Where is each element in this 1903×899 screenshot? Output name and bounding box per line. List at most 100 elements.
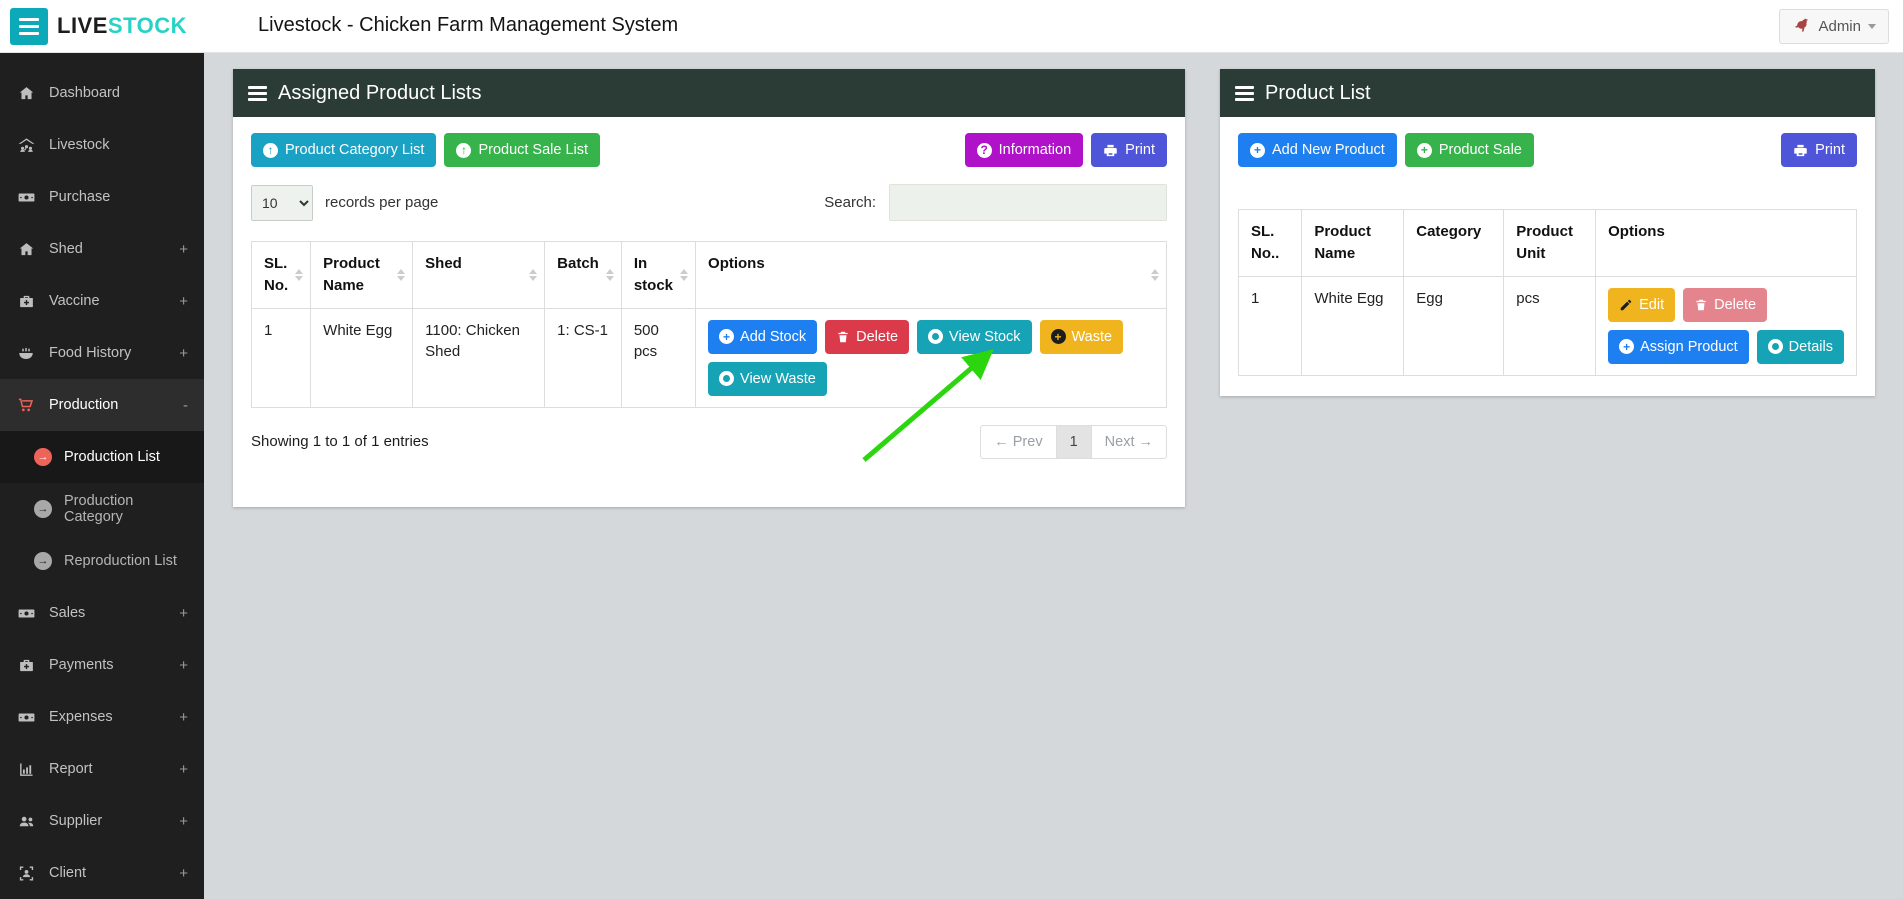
cell-product-name: White Egg (310, 307, 414, 408)
collapse-minus-icon: - (183, 396, 188, 414)
sidebar-item-label: Payments (49, 657, 114, 673)
view-circle-icon (719, 371, 735, 386)
arrow-circle-icon: → (34, 500, 52, 518)
cell-options: + Add Stock Delete View Stock + Waste View… (695, 307, 1167, 408)
product-category-list-button[interactable]: ↑ Product Category List (251, 133, 437, 167)
view-waste-button[interactable]: View Waste (708, 361, 827, 396)
sidebar-toggle-button[interactable] (10, 8, 48, 45)
product-list-table: SL. No.. Product Name Category Product U… (1237, 209, 1857, 376)
cell-sl-no: 1 (1237, 275, 1303, 376)
sidebar-item-vaccine[interactable]: Vaccine + (0, 275, 204, 327)
column-header-batch[interactable]: Batch (544, 241, 622, 309)
sidebar-item-label: Report (49, 761, 93, 777)
print-button[interactable]: Print (1781, 133, 1857, 167)
sidebar-item-dashboard[interactable]: Dashboard (0, 67, 204, 119)
list-icon (248, 85, 267, 101)
food-bowl-icon (16, 344, 36, 362)
prev-page-button[interactable]: ← Prev (980, 424, 1057, 459)
list-icon (1235, 85, 1254, 101)
cell-product-name: White Egg (1301, 275, 1405, 376)
sidebar-item-purchase[interactable]: Purchase (0, 171, 204, 223)
page-1-button[interactable]: 1 (1055, 424, 1092, 459)
plus-circle-icon: + (1416, 142, 1432, 158)
view-circle-icon (928, 329, 944, 344)
medkit-icon (16, 293, 36, 310)
waste-button[interactable]: + Waste (1039, 319, 1124, 354)
arrow-circle-up-icon: ↑ (263, 142, 278, 158)
cart-icon (16, 396, 36, 414)
view-stock-button[interactable]: View Stock (917, 319, 1032, 354)
sidebar-item-label: Expenses (49, 709, 113, 725)
sidebar-item-shed[interactable]: Shed + (0, 223, 204, 275)
column-header-shed[interactable]: Shed (412, 241, 546, 309)
app-logo: LIVESTOCK (57, 13, 187, 39)
records-per-page-label: records per page (325, 194, 439, 211)
question-circle-icon: ? (976, 142, 992, 158)
sidebar-subitem-reproduction-list[interactable]: → Reproduction List (0, 535, 204, 587)
delete-button[interactable]: Delete (825, 319, 910, 354)
admin-dropdown[interactable]: Admin (1779, 9, 1889, 44)
add-new-product-button[interactable]: + Add New Product (1238, 133, 1397, 167)
sort-icon (529, 265, 538, 285)
cell-product-unit: pcs (1503, 275, 1597, 376)
panel-title: Assigned Product Lists (278, 81, 482, 104)
expand-plus-icon: + (179, 240, 188, 258)
sidebar-item-label: Food History (49, 345, 132, 361)
print-button[interactable]: Print (1091, 133, 1167, 167)
details-button[interactable]: Details (1756, 329, 1844, 364)
sort-icon (295, 265, 304, 285)
add-stock-button[interactable]: + Add Stock (708, 319, 818, 354)
search-input[interactable] (889, 184, 1167, 221)
sidebar-item-sales[interactable]: Sales + (0, 587, 204, 639)
sidebar-item-food-history[interactable]: Food History + (0, 327, 204, 379)
money-icon (16, 188, 36, 207)
arrow-circle-up-icon: ↑ (456, 142, 472, 158)
expand-plus-icon: + (179, 604, 188, 622)
sidebar-subitem-label: Production Category (64, 493, 134, 525)
sidebar-item-expenses[interactable]: Expenses + (0, 691, 204, 743)
sidebar-item-client[interactable]: Client + (0, 847, 204, 899)
sidebar-item-livestock[interactable]: Livestock (0, 119, 204, 171)
arrow-circle-icon: → (34, 448, 52, 466)
assign-product-button[interactable]: + Assign Product (1608, 329, 1749, 364)
money-icon (16, 604, 36, 623)
printer-icon (1103, 143, 1118, 158)
sidebar-item-supplier[interactable]: Supplier + (0, 795, 204, 847)
product-sale-list-button[interactable]: ↑ Product Sale List (444, 133, 601, 167)
home-icon (16, 241, 36, 258)
sidebar-item-report[interactable]: Report + (0, 743, 204, 795)
sidebar-item-production[interactable]: Production - (0, 379, 204, 431)
sidebar-item-label: Dashboard (49, 85, 120, 101)
assigned-products-table: SL. No. Product Name Shed Batch In stock… (250, 241, 1167, 408)
printer-icon (1793, 143, 1808, 158)
expand-plus-icon: + (179, 708, 188, 726)
panel-header: Product List (1220, 69, 1875, 117)
sidebar-item-label: Vaccine (49, 293, 100, 309)
column-header-category: Category (1403, 209, 1505, 277)
product-sale-button[interactable]: + Product Sale (1404, 133, 1534, 167)
users-icon (16, 812, 36, 831)
delete-button[interactable]: Delete (1683, 287, 1768, 322)
cell-in-stock: 500 pcs (620, 307, 697, 408)
column-header-sl-no[interactable]: SL. No. (250, 241, 312, 309)
expand-plus-icon: + (179, 812, 188, 830)
product-toolbar: + Add New Product + Product Sale Print (1238, 133, 1857, 167)
column-header-options[interactable]: Options (695, 241, 1167, 309)
sidebar-item-payments[interactable]: Payments + (0, 639, 204, 691)
edit-button[interactable]: Edit (1608, 287, 1676, 322)
admin-label: Admin (1818, 18, 1861, 35)
cell-sl-no: 1 (250, 307, 312, 408)
trash-icon (836, 330, 850, 344)
cell-options: Edit Delete + Assign Product Details (1595, 275, 1857, 376)
sidebar-subitem-production-category[interactable]: → Production Category (0, 483, 204, 535)
records-per-page-select[interactable]: 10 (251, 184, 313, 221)
column-header-sl-no: SL. No.. (1237, 209, 1303, 277)
information-button[interactable]: ? Information (964, 133, 1084, 167)
column-header-product-name[interactable]: Product Name (310, 241, 414, 309)
table-controls-row: 10 records per page Search: (251, 184, 1167, 221)
next-page-button[interactable]: Next → (1090, 424, 1167, 459)
sidebar-item-label: Shed (49, 241, 83, 257)
sidebar-subitem-production-list[interactable]: → Production List (0, 431, 204, 483)
sort-icon (605, 265, 614, 285)
column-header-in-stock[interactable]: In stock (620, 241, 697, 309)
